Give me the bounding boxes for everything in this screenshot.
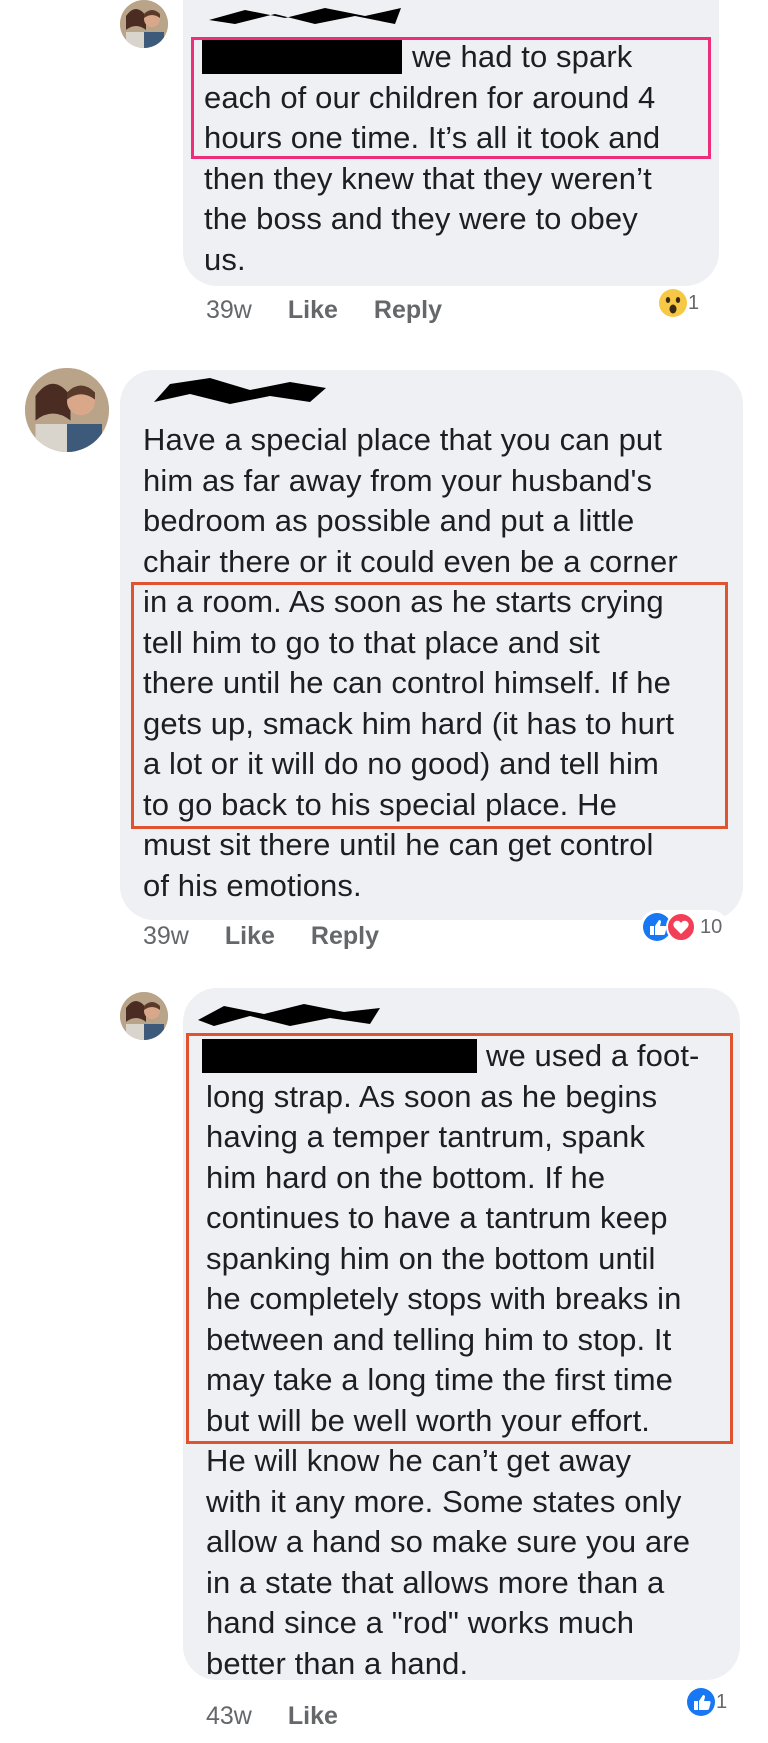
like-button[interactable]: Like	[288, 1702, 338, 1731]
like-icon	[687, 1688, 715, 1716]
timestamp[interactable]: 43w	[206, 1702, 252, 1731]
reaction-summary[interactable]: 1	[684, 1685, 734, 1719]
avatar[interactable]	[120, 992, 168, 1040]
reaction-count: 1	[716, 1690, 728, 1713]
name-redaction	[198, 1004, 380, 1026]
comment-3: we used a foot- long strap. As soon as h…	[0, 0, 768, 1743]
highlight-box	[186, 1033, 733, 1444]
comment-line: He will know he can’t get away	[206, 1443, 632, 1478]
profile-photo-icon	[120, 992, 168, 1040]
comment-line: better than a hand.	[206, 1645, 469, 1681]
comment-line: allow a hand so make sure you are	[206, 1524, 691, 1559]
comment-actions: 43w Like	[206, 1702, 338, 1731]
comment-line: hand since a "rod" works much	[206, 1605, 635, 1640]
comment-line: in a state that allows more than a	[206, 1564, 665, 1600]
comment-line: with it any more. Some states only	[206, 1483, 682, 1519]
